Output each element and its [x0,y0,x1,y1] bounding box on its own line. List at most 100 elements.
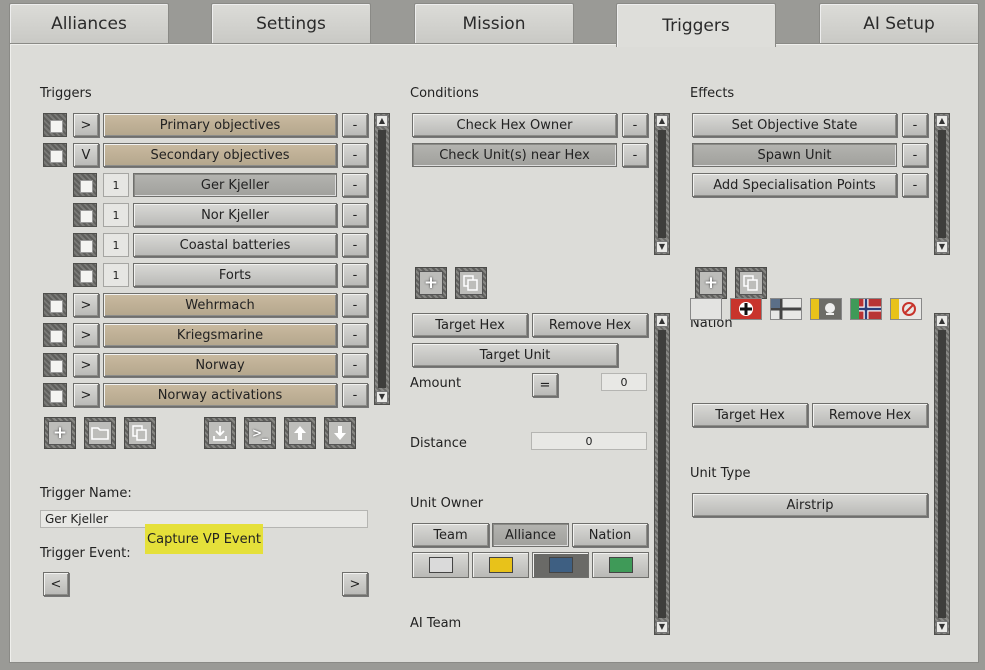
effect-details-scrollbar[interactable]: ▲ ▼ [934,313,950,635]
trigger-checkbox[interactable] [43,293,67,317]
trigger-checkbox[interactable] [73,173,97,197]
target-unit-button[interactable]: Target Unit [412,343,618,367]
move-up-button[interactable] [284,417,316,449]
add-trigger-button[interactable]: + [44,417,76,449]
condition-remove-button[interactable]: - [622,113,648,137]
trigger-checkbox[interactable] [43,113,67,137]
trigger-checkbox[interactable] [43,353,67,377]
scroll-down-icon[interactable]: ▼ [936,621,948,633]
tab-triggers[interactable]: Triggers [616,3,776,47]
effect-remove-button[interactable]: - [902,143,928,167]
scroll-up-icon[interactable]: ▲ [936,115,948,127]
copy-trigger-button[interactable] [124,417,156,449]
owner-color-swatch[interactable] [412,552,469,578]
triggers-scrollbar[interactable]: ▲ ▼ [374,113,390,405]
nation-flag-neutral-icon[interactable] [690,298,722,320]
trigger-checkbox[interactable] [73,263,97,287]
owner-color-swatch[interactable] [532,552,589,578]
trigger-item-norway[interactable]: Norway [103,353,337,377]
nation-flag-norway-icon[interactable] [850,298,882,320]
trigger-checkbox[interactable] [43,143,67,167]
trigger-expand-button[interactable]: > [73,113,99,137]
scroll-up-icon[interactable]: ▲ [936,315,948,327]
add-folder-button[interactable] [84,417,116,449]
effect-target-hex-button[interactable]: Target Hex [692,403,808,427]
condition-remove-hex-button[interactable]: Remove Hex [532,313,648,337]
add-condition-button[interactable]: + [415,267,447,299]
trigger-expand-button[interactable]: > [73,353,99,377]
trigger-item-forts[interactable]: Forts [133,263,337,287]
owner-nation-button[interactable]: Nation [572,523,648,547]
trigger-remove-button[interactable]: - [342,353,368,377]
copy-condition-button[interactable] [455,267,487,299]
trigger-expand-button[interactable]: > [73,383,99,407]
event-prev-button[interactable]: < [43,572,69,596]
tab-mission[interactable]: Mission [414,3,574,43]
trigger-remove-button[interactable]: - [342,113,368,137]
trigger-item-kriegsmarine[interactable]: Kriegsmarine [103,323,337,347]
trigger-item-nor-kjeller[interactable]: Nor Kjeller [133,203,337,227]
copy-effect-button[interactable] [735,267,767,299]
add-effect-button[interactable]: + [695,267,727,299]
trigger-item-ger-kjeller[interactable]: Ger Kjeller [133,173,337,197]
owner-color-swatch[interactable] [472,552,529,578]
trigger-expand-button[interactable]: > [73,323,99,347]
trigger-remove-button[interactable]: - [342,383,368,407]
amount-input[interactable]: 0 [601,373,647,391]
trigger-checkbox[interactable] [73,233,97,257]
trigger-checkbox[interactable] [43,383,67,407]
trigger-checkbox[interactable] [43,323,67,347]
distance-input[interactable]: 0 [531,432,647,450]
trigger-remove-button[interactable]: - [342,293,368,317]
trigger-expand-button[interactable]: V [73,143,99,167]
scroll-down-icon[interactable]: ▼ [656,621,668,633]
condition-target-hex-button[interactable]: Target Hex [412,313,528,337]
trigger-item-norway-activations[interactable]: Norway activations [103,383,337,407]
condition-item-check-units-near-hex[interactable]: Check Unit(s) near Hex [412,143,617,167]
effect-item-set-objective-state[interactable]: Set Objective State [692,113,897,137]
effect-remove-button[interactable]: - [902,113,928,137]
condition-remove-button[interactable]: - [622,143,648,167]
condition-item-check-hex-owner[interactable]: Check Hex Owner [412,113,617,137]
nation-flag-germany-icon[interactable] [730,298,762,320]
trigger-remove-button[interactable]: - [342,173,368,197]
owner-team-button[interactable]: Team [412,523,489,547]
scroll-down-icon[interactable]: ▼ [936,241,948,253]
nation-flag-none-icon[interactable] [890,298,922,320]
scroll-up-icon[interactable]: ▲ [656,115,668,127]
trigger-remove-button[interactable]: - [342,263,368,287]
owner-alliance-button[interactable]: Alliance [492,523,569,547]
scroll-down-icon[interactable]: ▼ [656,241,668,253]
amount-operator-button[interactable]: = [532,373,558,397]
trigger-item-coastal-batteries[interactable]: Coastal batteries [133,233,337,257]
owner-color-swatch[interactable] [592,552,649,578]
trigger-remove-button[interactable]: - [342,323,368,347]
conditions-scrollbar[interactable]: ▲ ▼ [654,113,670,255]
effects-scrollbar[interactable]: ▲ ▼ [934,113,950,255]
tab-settings[interactable]: Settings [211,3,371,43]
trigger-item-secondary-objectives[interactable]: Secondary objectives [103,143,337,167]
trigger-remove-button[interactable]: - [342,143,368,167]
trigger-checkbox[interactable] [73,203,97,227]
trigger-item-primary-objectives[interactable]: Primary objectives [103,113,337,137]
trigger-remove-button[interactable]: - [342,203,368,227]
effect-remove-hex-button[interactable]: Remove Hex [812,403,928,427]
effect-item-spawn-unit[interactable]: Spawn Unit [692,143,897,167]
scroll-up-icon[interactable]: ▲ [376,115,388,127]
scroll-down-icon[interactable]: ▼ [376,391,388,403]
effect-item-add-specialisation-points[interactable]: Add Specialisation Points [692,173,897,197]
script-button[interactable]: >_ [244,417,276,449]
effect-remove-button[interactable]: - [902,173,928,197]
unit-type-select[interactable]: Airstrip [692,493,928,517]
trigger-item-wehrmach[interactable]: Wehrmach [103,293,337,317]
trigger-remove-button[interactable]: - [342,233,368,257]
nation-flag-ss-icon[interactable] [810,298,842,320]
scroll-up-icon[interactable]: ▲ [656,315,668,327]
nation-flag-kriegsmarine-icon[interactable] [770,298,802,320]
tab-ai-setup[interactable]: AI Setup [819,3,979,43]
condition-details-scrollbar[interactable]: ▲ ▼ [654,313,670,635]
event-next-button[interactable]: > [342,572,368,596]
trigger-expand-button[interactable]: > [73,293,99,317]
import-button[interactable] [204,417,236,449]
move-down-button[interactable] [324,417,356,449]
